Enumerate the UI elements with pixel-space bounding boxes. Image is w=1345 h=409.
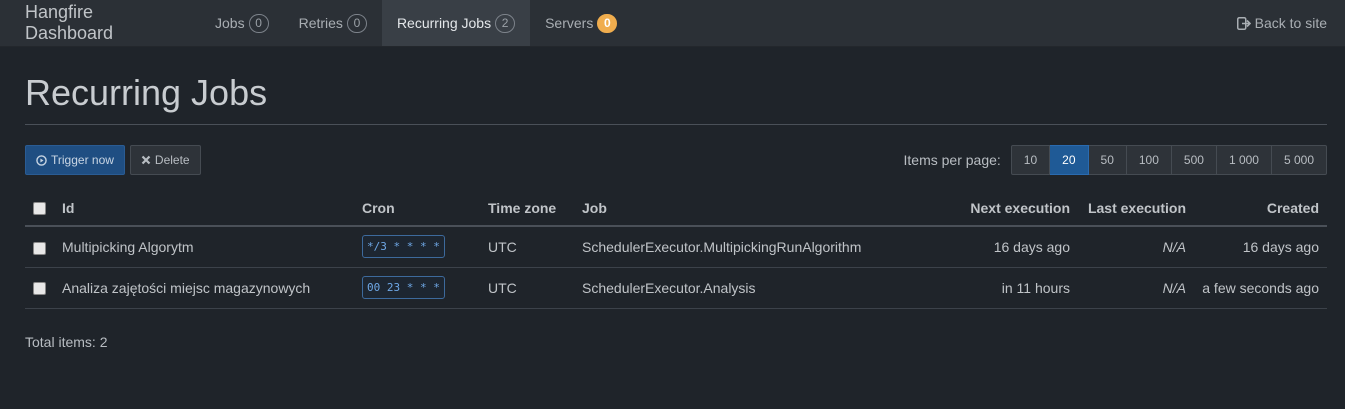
row-select-cell [25,226,54,268]
table-row: Analiza zajętości miejsc magazynowych 00… [25,267,1327,309]
nav-servers[interactable]: Servers 0 [530,0,632,46]
delete-label: Delete [154,153,190,167]
row-created: a few seconds ago [1194,267,1327,309]
row-cron-cell: */3 * * * * [354,226,480,268]
row-job: SchedulerExecutor.MultipickingRunAlgorit… [574,226,918,268]
select-all-checkbox[interactable] [33,202,46,216]
nav-jobs-label: Jobs [215,15,245,31]
toolbar: Trigger now Delete Items per page: 10 20… [25,145,1327,175]
header-id: Id [54,190,354,227]
row-next-execution: 16 days ago [918,226,1078,268]
brand-title[interactable]: Hangfire Dashboard [0,0,200,46]
page-size-10[interactable]: 10 [1010,145,1051,175]
row-created: 16 days ago [1194,226,1327,268]
header-timezone: Time zone [480,190,574,227]
header-job: Job [574,190,918,227]
page-size-20[interactable]: 20 [1050,145,1089,175]
nav-recurring-jobs[interactable]: Recurring Jobs 2 [381,0,531,46]
row-last-execution: N/A [1078,267,1194,309]
row-id: Multipicking Algorytm [54,226,354,268]
back-to-site-label: Back to site [1254,15,1327,31]
delete-button[interactable]: Delete [129,145,201,175]
row-checkbox[interactable] [33,241,46,255]
page-size-100[interactable]: 100 [1126,145,1172,175]
row-checkbox[interactable] [33,282,46,296]
main-content: Recurring Jobs Trigger now Delete Items … [0,72,1345,350]
page-size-selector: 10 20 50 100 500 1 000 5 000 [1010,145,1327,175]
nav-jobs-badge: 0 [248,13,269,33]
nav-recurring-jobs-label: Recurring Jobs [396,15,492,31]
top-navbar: Hangfire Dashboard Jobs 0 Retries 0 Recu… [0,0,1345,47]
total-items: Total items: 2 [25,333,108,350]
back-to-site-link[interactable]: Back to site [1222,0,1345,46]
nav-retries[interactable]: Retries 0 [284,0,382,46]
nav-jobs[interactable]: Jobs 0 [200,0,284,46]
row-last-execution: N/A [1078,226,1194,268]
table-header-row: Id Cron Time zone Job Next execution Las… [25,190,1327,227]
play-circle-icon [36,154,47,166]
nav-servers-badge: 0 [597,13,618,33]
row-select-cell [25,267,54,309]
row-cron-cell: 00 23 * * * [354,267,480,309]
row-id: Analiza zajętości miejsc magazynowych [54,267,354,309]
back-link-wrap: Back to site [1236,15,1327,31]
header-created: Created [1194,190,1327,227]
page-size-5000[interactable]: 5 000 [1271,145,1327,175]
header-cron: Cron [354,190,480,227]
nav-recurring-jobs-badge: 2 [495,13,516,33]
row-timezone: UTC [480,267,574,309]
row-job: SchedulerExecutor.Analysis [574,267,918,309]
header-select-all-cell [25,190,54,227]
row-next-execution: in 11 hours [918,267,1078,309]
recurring-jobs-table: Id Cron Time zone Job Next execution Las… [25,190,1327,309]
cron-expression: 00 23 * * * [362,276,445,299]
page-title: Recurring Jobs [25,72,1327,125]
row-timezone: UTC [480,226,574,268]
nav-retries-badge: 0 [346,13,367,33]
header-next-execution: Next execution [918,190,1078,227]
items-per-page-label: Items per page: [903,152,1001,168]
trigger-now-button[interactable]: Trigger now [25,145,125,175]
page-size-500[interactable]: 500 [1171,145,1217,175]
items-per-page: Items per page: 10 20 50 100 500 1 000 5… [904,145,1327,175]
cron-expression: */3 * * * * [362,235,445,259]
nav-retries-label: Retries [298,15,343,31]
close-icon [141,155,151,165]
page-size-1000[interactable]: 1 000 [1216,145,1272,175]
sign-out-icon [1236,16,1251,30]
header-last-execution: Last execution [1078,190,1194,227]
page-size-50[interactable]: 50 [1088,145,1127,175]
table-row: Multipicking Algorytm */3 * * * * UTC Sc… [25,226,1327,268]
trigger-now-label: Trigger now [51,153,114,167]
nav-servers-label: Servers [545,15,594,31]
